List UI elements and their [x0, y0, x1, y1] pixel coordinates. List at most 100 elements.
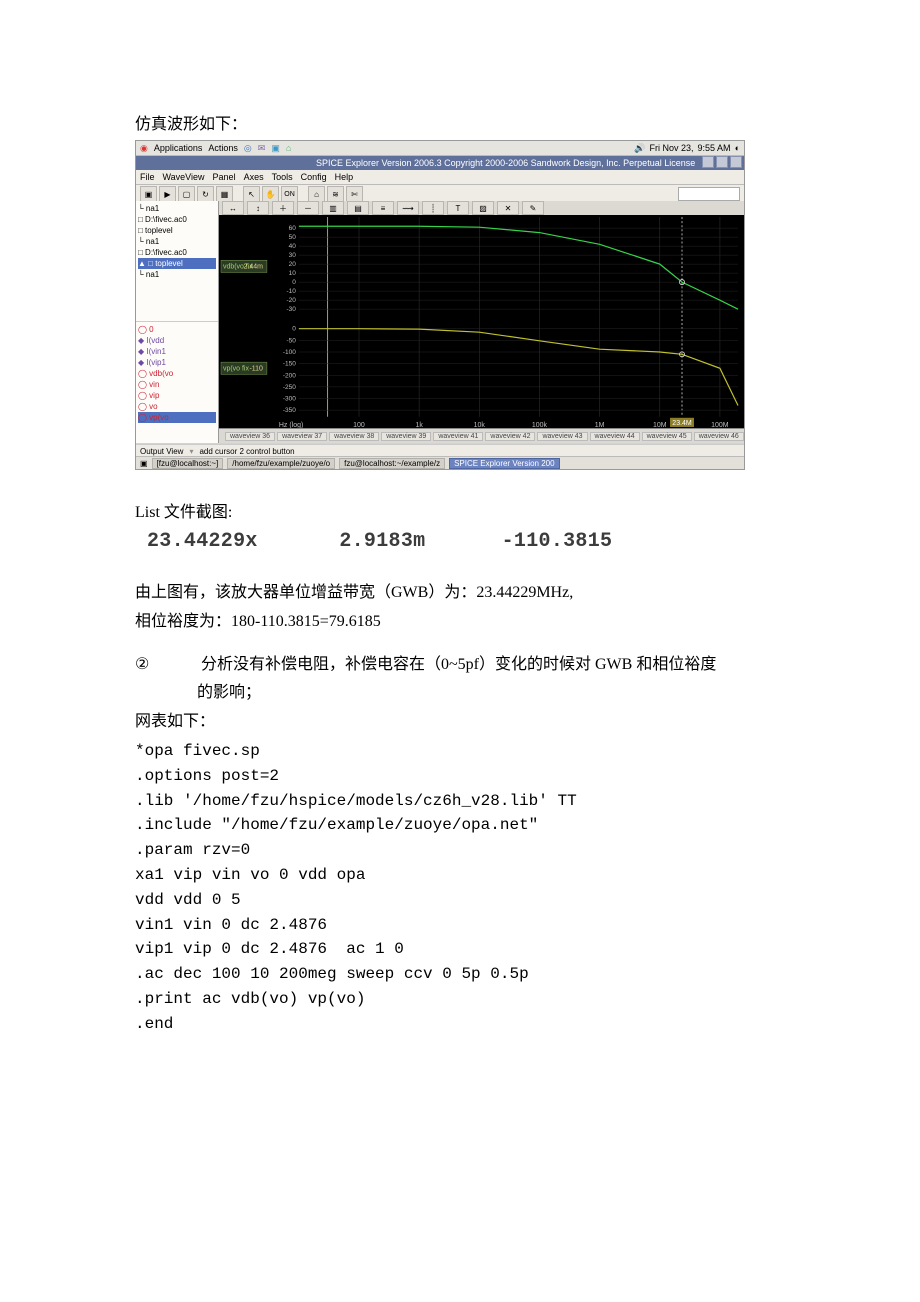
tree-item[interactable]: ◯ vo — [138, 401, 216, 412]
waveview-tab[interactable]: waveview 44 — [590, 432, 640, 441]
mail-icon[interactable]: ✉ — [258, 143, 266, 154]
menu-panel[interactable]: Panel — [213, 172, 236, 182]
home-icon[interactable]: ⌂ — [286, 143, 291, 153]
window-max-button[interactable] — [716, 156, 728, 168]
tree-item[interactable]: ◆ I(vdd — [138, 335, 216, 346]
toolbar-btn-reload[interactable]: ↻ — [197, 186, 214, 202]
tree-item[interactable]: ◯ 0 — [138, 324, 216, 335]
menu-tools[interactable]: Tools — [272, 172, 293, 182]
taskbar-button[interactable]: fzu@localhost:~/example/z — [339, 458, 445, 469]
plot-btn-stack[interactable]: ≡ — [372, 201, 394, 215]
taskbar-button[interactable]: /home/fzu/example/zuoye/o — [227, 458, 335, 469]
y-tick-label: -350 — [283, 407, 296, 414]
heading-netlist: 网表如下： — [135, 710, 790, 735]
waveview-tab[interactable]: waveview 46 — [694, 432, 744, 441]
trace-cursor-value: 2.44m — [244, 263, 264, 270]
y-tick-label: -10 — [286, 288, 296, 295]
heading-listfile: List 文件截图: — [135, 498, 790, 522]
trace-cursor-value: -110 — [249, 365, 263, 372]
speaker-icon[interactable]: 🔊 — [634, 143, 645, 154]
os-actions-menu[interactable]: Actions — [208, 143, 238, 153]
waveform-chart[interactable]: 1001k10k100k1M10M100M23.4M6050403020100-… — [219, 215, 744, 429]
plot-btn-grid1[interactable]: ▥ — [322, 201, 344, 215]
os-applications-menu[interactable]: Applications — [154, 143, 203, 153]
os-date: Fri Nov 23, — [650, 143, 694, 153]
os-top-bar: ◉ Applications Actions ◎ ✉ ▣ ⌂ 🔊 Fri Nov… — [136, 141, 744, 156]
taskbar-button[interactable]: [fzu@localhost:~] — [152, 458, 224, 469]
window-min-button[interactable] — [702, 156, 714, 168]
menu-waveview[interactable]: WaveView — [163, 172, 205, 182]
waveview-tab-strip[interactable]: waveview 36waveview 37waveview 38wavevie… — [219, 428, 744, 443]
toolbar-btn-pick[interactable]: ↖ — [243, 186, 260, 202]
waveview-tab[interactable]: waveview 39 — [381, 432, 431, 441]
waveform-toolbar: ↔ ↕ ＋ － ▥ ▤ ≡ ⟿ ┊ T ▨ ✕ ✎ — [219, 201, 744, 216]
y-tick-label: -150 — [283, 361, 296, 368]
y-tick-label: 10 — [289, 270, 297, 277]
plot-btn-zoomout[interactable]: － — [297, 201, 319, 215]
waveview-tab[interactable]: waveview 37 — [277, 432, 327, 441]
toolbar-btn-play[interactable]: ▶ — [159, 186, 176, 202]
y-tick-label: 0 — [292, 279, 296, 286]
tree-item[interactable]: └ na1 — [138, 203, 216, 214]
trace-label: vp(vo fix — [223, 365, 249, 372]
output-view-label: Output View — [140, 447, 183, 456]
tree-item[interactable]: ◯ vin — [138, 379, 216, 390]
plot-btn-del[interactable]: ✕ — [497, 201, 519, 215]
waveview-tab[interactable]: waveview 36 — [225, 432, 275, 441]
taskbar-button[interactable]: SPICE Explorer Version 200 — [449, 458, 560, 469]
app-title-bar: SPICE Explorer Version 2006.3 Copyright … — [136, 156, 744, 170]
toolbar-btn-cut[interactable]: ✄ — [346, 186, 363, 202]
hierarchy-tree[interactable]: └ na1□ D:\fivec.ac0 □ toplevel └ na1□ D:… — [136, 201, 218, 322]
toolbar-search-input[interactable] — [678, 187, 740, 201]
tree-item[interactable]: ◆ I(vin1 — [138, 346, 216, 357]
netlist-code: *opa fivec.sp .options post=2 .lib '/hom… — [135, 739, 790, 1037]
window-close-button[interactable] — [730, 156, 742, 168]
taskbar-show-desktop-icon[interactable]: ▣ — [140, 459, 148, 468]
waveview-tab[interactable]: waveview 45 — [642, 432, 692, 441]
tree-item[interactable]: ◯ vip — [138, 390, 216, 401]
tree-item[interactable]: ◆ I(vip1 — [138, 357, 216, 368]
listfile-val2: 2.9183m — [339, 530, 489, 553]
waveview-tab[interactable]: waveview 42 — [485, 432, 535, 441]
y-tick-label: 0 — [292, 326, 296, 333]
plot-btn-fully[interactable]: ↕ — [247, 201, 269, 215]
globe-icon[interactable]: ◎ — [244, 143, 252, 154]
toolbar-btn-match[interactable]: ≋ — [327, 186, 344, 202]
power-icon[interactable]: ◐ — [735, 143, 740, 153]
tree-item[interactable]: └ na1 — [138, 269, 216, 280]
waveview-tab[interactable]: waveview 41 — [433, 432, 483, 441]
tree-item[interactable]: ▲ □ toplevel — [138, 258, 216, 269]
menu-file[interactable]: File — [140, 172, 155, 182]
menu-axes[interactable]: Axes — [244, 172, 264, 182]
toolbar-btn-on[interactable]: ON — [281, 186, 298, 202]
tree-item[interactable]: └ na1 — [138, 236, 216, 247]
toolbar-btn-hand[interactable]: ✋ — [262, 186, 279, 202]
office-icon[interactable]: ▣ — [271, 143, 280, 154]
plot-btn-measure[interactable]: ⟿ — [397, 201, 419, 215]
tree-item[interactable]: □ D:\fivec.ac0 — [138, 214, 216, 225]
toolbar-btn-home[interactable]: ⌂ — [308, 186, 325, 202]
menu-help[interactable]: Help — [335, 172, 354, 182]
tree-item[interactable]: □ D:\fivec.ac0 — [138, 247, 216, 258]
plot-btn-wand[interactable]: ✎ — [522, 201, 544, 215]
para-gwb: 由上图有，该放大器单位增益带宽（GWB）为：23.44229MHz, — [135, 581, 790, 606]
signal-list[interactable]: ◯ 0◆ I(vdd◆ I(vin1◆ I(vip1◯ vdb(vo◯ vin◯… — [136, 322, 218, 443]
plot-btn-text[interactable]: T — [447, 201, 469, 215]
waveform-viewer: ↔ ↕ ＋ － ▥ ▤ ≡ ⟿ ┊ T ▨ ✕ ✎ 1001k10k100k1M… — [219, 201, 744, 443]
toolbar-btn-folder[interactable]: ▢ — [178, 186, 195, 202]
waveview-tab[interactable]: waveview 43 — [537, 432, 587, 441]
toolbar-btn-open[interactable]: ▣ — [140, 186, 157, 202]
tree-item[interactable]: ◯ vp(vo — [138, 412, 216, 423]
y-tick-label: 20 — [289, 261, 297, 268]
y-tick-label: -30 — [286, 306, 296, 313]
plot-btn-grid2[interactable]: ▤ — [347, 201, 369, 215]
tree-item[interactable]: ◯ vdb(vo — [138, 368, 216, 379]
tree-item[interactable]: □ toplevel — [138, 225, 216, 236]
menu-config[interactable]: Config — [301, 172, 327, 182]
toolbar-btn-grid[interactable]: ▦ — [216, 186, 233, 202]
plot-btn-color[interactable]: ▨ — [472, 201, 494, 215]
plot-btn-cursor[interactable]: ┊ — [422, 201, 444, 215]
waveview-tab[interactable]: waveview 38 — [329, 432, 379, 441]
plot-btn-zoomin[interactable]: ＋ — [272, 201, 294, 215]
plot-btn-fullx[interactable]: ↔ — [222, 201, 244, 215]
